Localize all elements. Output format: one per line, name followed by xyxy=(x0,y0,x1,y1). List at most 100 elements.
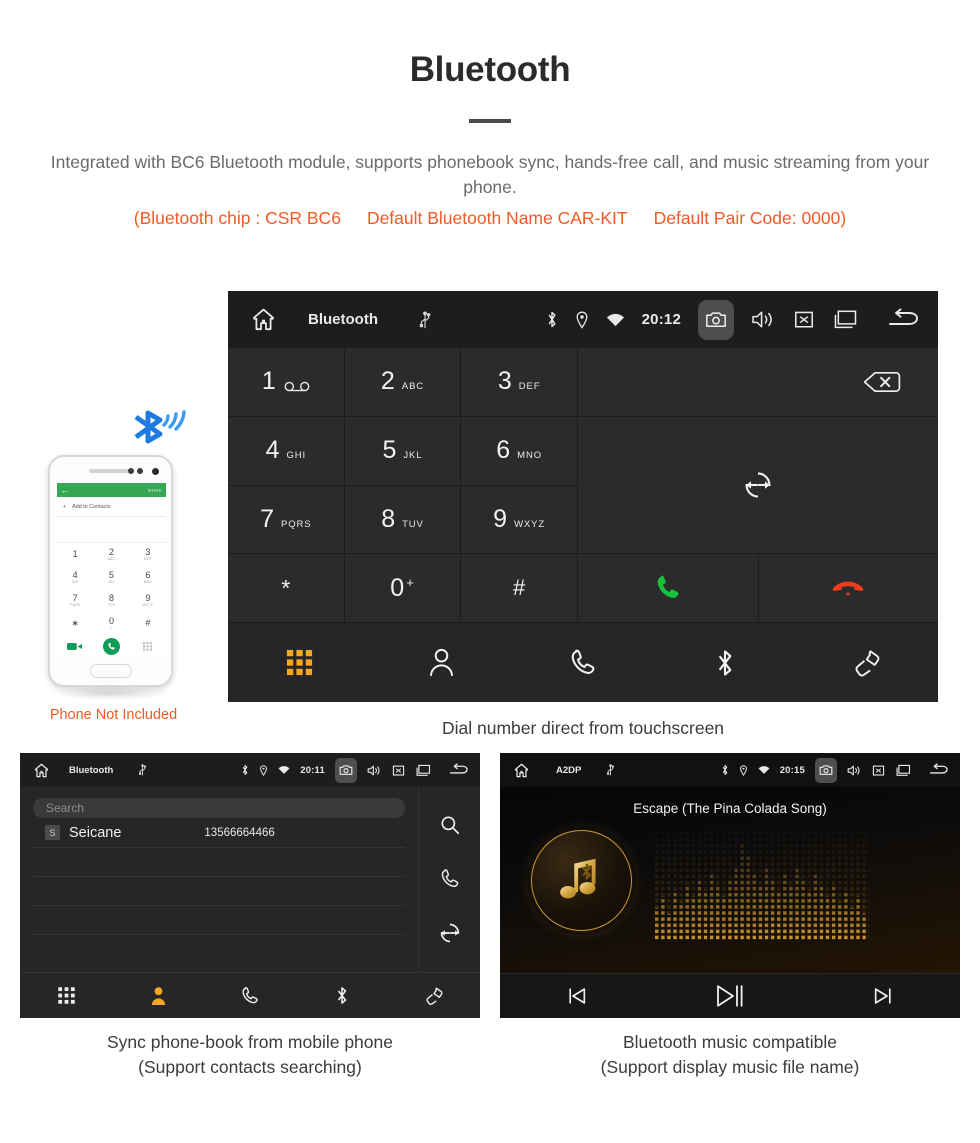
search-placeholder: Search xyxy=(46,801,85,815)
key-4[interactable]: 4 GHI xyxy=(228,416,345,486)
key-hash[interactable]: # xyxy=(461,554,578,623)
phone-key: 4 GHI xyxy=(71,570,79,585)
next-button[interactable] xyxy=(807,985,960,1007)
back-arrow-icon: ← xyxy=(61,485,69,495)
table-row-empty xyxy=(33,848,405,877)
mute-icon[interactable] xyxy=(872,764,885,777)
back-icon[interactable] xyxy=(927,762,950,778)
key-0[interactable]: 0 + xyxy=(344,554,462,623)
phone-key: 6 MNO xyxy=(143,570,152,585)
tab-bluetooth[interactable] xyxy=(654,647,796,679)
caption-dialer: Dial number direct from touchscreen xyxy=(441,718,725,738)
recents-icon[interactable] xyxy=(832,309,858,330)
wifi-icon xyxy=(758,765,770,775)
tab-link[interactable] xyxy=(388,986,480,1006)
bluetooth-icon xyxy=(337,987,347,1004)
key-star[interactable]: * xyxy=(228,554,345,623)
sync-contacts-button[interactable] xyxy=(578,417,938,554)
home-icon[interactable] xyxy=(33,762,50,779)
camera-icon[interactable] xyxy=(815,757,837,783)
phone-sensor-2 xyxy=(137,468,143,474)
tab-contacts[interactable] xyxy=(112,985,204,1006)
sync-icon xyxy=(440,923,459,942)
key-digit: 1 xyxy=(261,367,276,396)
bluetooth-icon xyxy=(718,649,732,676)
search-input[interactable]: Search xyxy=(33,798,405,818)
album-art xyxy=(531,830,632,931)
previous-button[interactable] xyxy=(500,985,653,1007)
table-row[interactable]: S Seicane 13566664466 xyxy=(33,818,405,848)
tab-calllog[interactable] xyxy=(512,648,654,678)
key-digit: 0 xyxy=(390,573,405,602)
spec-default-name: Default Bluetooth Name CAR-KIT xyxy=(366,207,628,228)
recents-icon[interactable] xyxy=(895,764,911,777)
key-digit: 2 xyxy=(380,367,395,396)
phone-key: # xyxy=(145,618,151,628)
key-letters: WXYZ xyxy=(514,518,546,530)
tab-keypad[interactable] xyxy=(20,986,112,1005)
phone-speaker xyxy=(88,469,133,473)
key-9[interactable]: 9 WXYZ xyxy=(461,485,578,555)
sync-button[interactable] xyxy=(439,922,461,949)
search-button[interactable] xyxy=(439,814,461,841)
key-digit: 5 xyxy=(382,436,397,465)
key-2[interactable]: 2 ABC xyxy=(344,348,462,417)
caption-phonebook: Sync phone-book from mobile phone (Suppo… xyxy=(20,1030,480,1080)
key-6[interactable]: 6 MNO xyxy=(461,416,578,486)
link-icon xyxy=(425,987,442,1005)
tab-bluetooth[interactable] xyxy=(296,985,388,1006)
unit-title: Bluetooth xyxy=(69,764,114,776)
mute-icon[interactable] xyxy=(793,309,815,330)
key-letters: DEF xyxy=(518,381,541,393)
unit-title: Bluetooth xyxy=(308,311,378,328)
status-clock: 20:11 xyxy=(300,764,325,776)
volume-icon[interactable] xyxy=(847,764,862,777)
back-icon[interactable] xyxy=(447,762,470,778)
backspace-button[interactable] xyxy=(578,348,938,417)
tab-contacts[interactable] xyxy=(370,647,512,678)
volume-icon[interactable] xyxy=(751,309,776,330)
usb-icon xyxy=(138,764,147,776)
phone-video-call-icon xyxy=(57,635,93,658)
recents-icon[interactable] xyxy=(415,764,431,777)
head-unit-phonebook-screenshot: Bluetooth 20:11 Search S Seicane 1356666… xyxy=(20,753,480,1018)
home-icon[interactable] xyxy=(250,306,277,333)
camera-icon[interactable] xyxy=(335,757,357,783)
call-button[interactable] xyxy=(439,868,461,895)
phone-key: 3 DEF xyxy=(144,547,152,562)
home-icon[interactable] xyxy=(513,762,530,779)
track-title: Escape (The Pina Colada Song) xyxy=(633,801,827,816)
play-pause-button[interactable] xyxy=(653,983,806,1009)
phone-illustration: ← MORE + Add to Contacts 1 2 ABC 3 DEF 4 GH… xyxy=(48,410,186,723)
back-icon[interactable] xyxy=(884,307,922,332)
tab-keypad[interactable] xyxy=(228,648,370,677)
head-unit-music-screenshot: A2DP 20:15 Escape (The Pina Colada Song) xyxy=(500,753,960,1018)
key-7[interactable]: 7 PQRS xyxy=(228,485,345,555)
spec-pair-code: Default Pair Code: 0000) xyxy=(653,207,847,228)
contact-icon xyxy=(429,648,453,677)
phone-key: 1 xyxy=(72,549,78,559)
key-letters: MNO xyxy=(517,450,543,462)
tab-link[interactable] xyxy=(796,648,938,678)
play-pause-icon xyxy=(717,985,743,1007)
music-note-bluetooth-icon xyxy=(559,858,596,898)
phone-keypad-toggle-icon xyxy=(130,635,166,658)
camera-icon[interactable] xyxy=(698,299,734,340)
hangup-button[interactable] xyxy=(758,554,938,623)
music-player-body: Escape (The Pina Colada Song) xyxy=(500,787,960,973)
phone-key: 8 TUV xyxy=(107,593,116,608)
key-1[interactable]: 1 xyxy=(228,348,345,417)
key-5[interactable]: 5 JKL xyxy=(344,416,462,486)
key-digit: 3 xyxy=(497,367,512,396)
key-3[interactable]: 3 DEF xyxy=(461,348,578,417)
mute-icon[interactable] xyxy=(392,764,405,777)
key-8[interactable]: 8 TUV xyxy=(344,485,462,555)
key-letters: TUV xyxy=(402,518,424,530)
call-button[interactable] xyxy=(578,554,759,623)
volume-icon[interactable] xyxy=(367,764,382,777)
phone-shadow xyxy=(50,686,170,700)
spec-line: (Bluetooth chip : CSR BC6 Default Bluetoo… xyxy=(0,208,980,229)
key-letters: PQRS xyxy=(281,518,312,530)
tab-calllog[interactable] xyxy=(204,986,296,1006)
key-plus: + xyxy=(406,574,415,590)
